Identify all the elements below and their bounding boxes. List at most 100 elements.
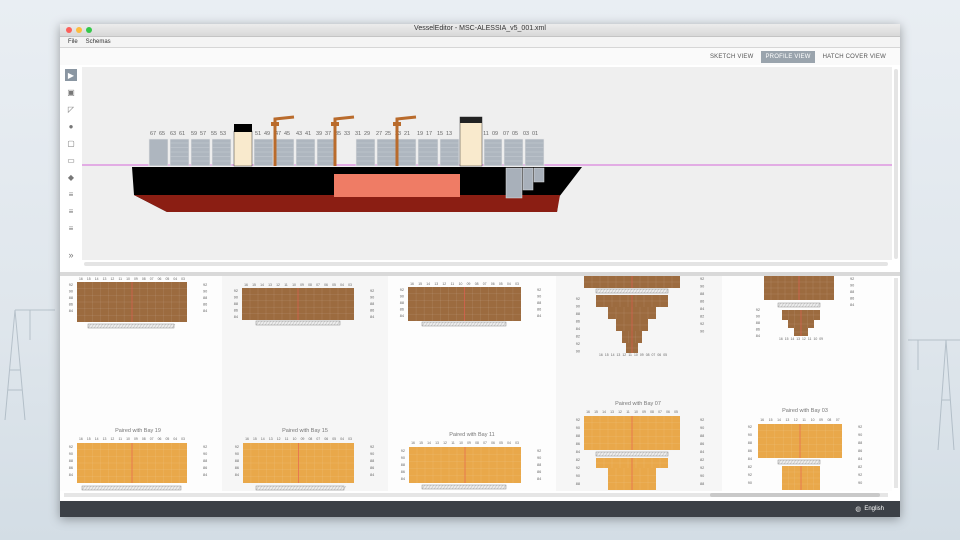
bay-number-label: 05	[512, 131, 518, 137]
row-number: 11	[808, 337, 812, 341]
row-number: 09	[134, 277, 138, 281]
tier-number: 88	[69, 459, 73, 463]
profile-vertical-scrollbar[interactable]	[894, 69, 898, 259]
ruler-icon[interactable]: ▭	[65, 154, 77, 166]
tier-number: 86	[401, 470, 405, 474]
hatch-cover	[595, 288, 669, 294]
tier-number: 84	[234, 315, 238, 319]
row-number: 08	[650, 410, 654, 414]
row-number: 05	[165, 277, 169, 281]
row-number: 11	[285, 437, 289, 441]
bays-horizontal-scroll-thumb[interactable]	[710, 493, 880, 497]
text-tool-icon[interactable]: ≡	[65, 188, 77, 200]
row-number: 16	[410, 282, 414, 286]
vessel-profile-canvas[interactable]: 67 65 63 61 59 57 55 53 51 49 47 45 43 41 39 37 35 33 31 29…	[82, 67, 892, 260]
row-number: 16	[411, 441, 415, 445]
row-number: 10	[634, 410, 638, 414]
tier-number: 90	[400, 295, 404, 299]
row-number: 05	[499, 441, 503, 445]
tier-number: 88	[576, 434, 580, 438]
row-number: 10	[126, 437, 130, 441]
tier-number: 92	[203, 445, 207, 449]
tier-number: 88	[400, 301, 404, 305]
row-number: 03	[348, 283, 352, 287]
tier-number: 84	[69, 309, 73, 313]
tier-number: 88	[203, 296, 207, 300]
bay-number-label: 33	[344, 131, 350, 137]
tier-number: 84	[576, 327, 580, 331]
row-number: 03	[181, 437, 185, 441]
row-number: 10	[292, 283, 296, 287]
tier-number: 90	[576, 350, 580, 354]
bays-vertical-scrollbar[interactable]	[894, 278, 898, 488]
row-number: 13	[103, 437, 107, 441]
row-number: 16	[599, 353, 603, 357]
row-number: 04	[507, 441, 511, 445]
pin-icon[interactable]: ●	[65, 120, 77, 132]
background-crane-left	[4, 309, 55, 420]
bay-number-label: 29	[364, 131, 370, 137]
row-number: 13	[796, 337, 800, 341]
row-number: 05	[499, 282, 503, 286]
eraser-icon[interactable]: ◆	[65, 171, 77, 183]
tier-number: 90	[234, 296, 238, 300]
row-number: 04	[173, 437, 177, 441]
select-arrow-icon[interactable]: ▶	[65, 69, 77, 81]
container-icon[interactable]: ▣	[65, 86, 77, 98]
tier-number: 88	[700, 434, 704, 438]
profile-horizontal-scrollbar[interactable]	[84, 262, 888, 266]
paired-label-bay-11: Paired with Bay 11	[449, 432, 494, 438]
hatch-cover-view-tab[interactable]: HATCH COVER VIEW	[819, 51, 890, 63]
bay-number-label: 57	[200, 131, 206, 137]
row-number: 04	[340, 283, 344, 287]
row-number: 14	[95, 437, 99, 441]
tier-number: 92	[400, 288, 404, 292]
row-number: 12	[443, 441, 447, 445]
text-tool-icon[interactable]: ≡	[65, 205, 77, 217]
row-number: 11	[451, 282, 455, 286]
hatch-icon[interactable]: ◸	[65, 103, 77, 115]
tier-number: 88	[700, 292, 704, 296]
row-number: 05	[332, 437, 336, 441]
frame-icon[interactable]: ▢	[65, 137, 77, 149]
tier-number: 88	[756, 321, 760, 325]
bay-plan-grid[interactable]: 16 15 14 13 12 11 10 09 08 07 06 05 04 03 92 90 88 86 84 92…	[60, 276, 892, 491]
row-number: 05	[663, 353, 667, 357]
tier-number: 92	[401, 449, 405, 453]
tier-number: 90	[700, 474, 704, 478]
tier-number: 84	[235, 473, 239, 477]
profile-view-tab[interactable]: PROFILE VIEW	[761, 50, 815, 63]
tier-number: 90	[203, 290, 207, 294]
row-number: 12	[618, 410, 622, 414]
tier-number: 86	[203, 466, 207, 470]
tier-number: 92	[235, 445, 239, 449]
text-tool-icon[interactable]: ≡	[65, 222, 77, 234]
language-selector[interactable]: English	[864, 506, 884, 512]
bay-number-label: 61	[179, 131, 185, 137]
row-number: 11	[802, 418, 806, 422]
expand-toolbar-button[interactable]: »	[65, 249, 77, 261]
bay-number-label: 25	[385, 131, 391, 137]
menu-file[interactable]: File	[68, 39, 78, 45]
row-number: 06	[657, 353, 661, 357]
sketch-view-tab[interactable]: SKETCH VIEW	[706, 51, 758, 63]
bay-number-label: 39	[316, 131, 322, 137]
row-number: 14	[777, 418, 781, 422]
row-number: 06	[666, 410, 670, 414]
bay-number-label: 27	[376, 131, 382, 137]
tier-number: 84	[69, 473, 73, 477]
bay-number-label: 13	[446, 131, 452, 137]
row-number: 07	[836, 418, 840, 422]
tier-number: 86	[576, 442, 580, 446]
row-number: 13	[610, 410, 614, 414]
row-number: 09	[300, 283, 304, 287]
tier-number: 90	[576, 474, 580, 478]
tier-number: 92	[537, 288, 541, 292]
tier-number: 86	[850, 297, 854, 301]
tier-number: 92	[576, 466, 580, 470]
row-number: 14	[427, 441, 431, 445]
row-number: 05	[165, 437, 169, 441]
menu-schemas[interactable]: Schemas	[86, 39, 111, 45]
tier-number: 84	[700, 450, 704, 454]
tier-number: 88	[401, 463, 405, 467]
